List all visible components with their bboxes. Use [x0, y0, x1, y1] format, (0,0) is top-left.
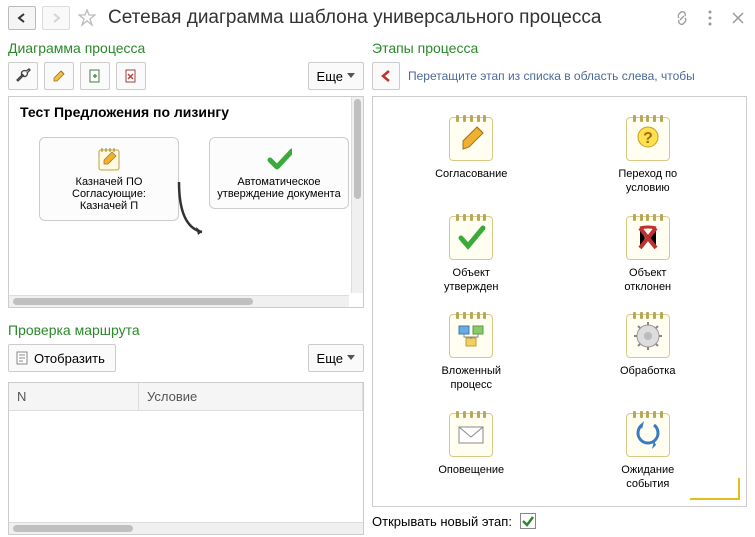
connector-arrow — [174, 177, 214, 247]
open-new-stage-label: Открывать новый этап: — [372, 514, 512, 529]
display-button[interactable]: Отобразить — [8, 344, 116, 372]
stage-item-processing[interactable]: Обработка — [580, 314, 717, 393]
processing-icon — [630, 318, 666, 354]
nav-back-button[interactable] — [8, 6, 36, 30]
page-title: Сетевая диаграмма шаблона универсального… — [104, 7, 667, 29]
condition-icon: ? — [630, 121, 666, 157]
open-new-stage-checkbox[interactable] — [520, 513, 536, 529]
footer-option: Открывать новый этап: — [372, 507, 747, 535]
node-text: Казначей ПО Согласующие: Казначей П — [72, 176, 146, 212]
stage-label: Согласование — [435, 167, 507, 181]
svg-text:?: ? — [643, 130, 653, 147]
link-icon[interactable] — [673, 9, 691, 27]
route-table[interactable]: N Условие — [8, 382, 364, 535]
stage-item-approval[interactable]: Согласование — [403, 117, 540, 196]
stage-icon-box — [626, 314, 670, 358]
notification-icon — [453, 417, 489, 453]
stage-icon-box — [449, 314, 493, 358]
drag-hint-text: Перетащите этап из списка в область слев… — [408, 69, 747, 83]
rejected-icon — [630, 220, 666, 256]
favorite-star-icon[interactable] — [76, 7, 98, 29]
route-section-header: Проверка маршрута — [8, 318, 364, 344]
diagram-node-treasurer[interactable]: Казначей ПО Согласующие: Казначей П — [39, 137, 179, 221]
stage-label: Обработка — [620, 364, 675, 378]
diagram-vertical-scrollbar[interactable] — [351, 97, 363, 293]
stage-icon-box — [449, 413, 493, 457]
stages-toolbar: Перетащите этап из списка в область слев… — [372, 62, 747, 90]
close-icon[interactable] — [729, 9, 747, 27]
titlebar: Сетевая диаграмма шаблона универсального… — [0, 0, 755, 36]
nested-icon — [453, 318, 489, 354]
stage-label: Объектотклонен — [624, 266, 671, 295]
route-toolbar: Отобразить Еще — [8, 344, 364, 372]
notepad-pencil-icon — [96, 146, 122, 172]
diagram-node-auto-approve[interactable]: Автоматическое утверждение документа — [209, 137, 349, 209]
approval-icon — [453, 121, 489, 157]
stage-label: Объектутвержден — [444, 266, 498, 295]
wrench-button[interactable] — [8, 62, 38, 90]
stage-icon-box — [626, 413, 670, 457]
route-more-button[interactable]: Еще — [308, 344, 364, 372]
approved-icon — [453, 220, 489, 256]
stage-item-nested[interactable]: Вложенныйпроцесс — [403, 314, 540, 393]
stage-item-notification[interactable]: Оповещение — [403, 413, 540, 492]
stage-item-approved[interactable]: Объектутвержден — [403, 216, 540, 295]
diagram-title: Тест Предложения по лизингу — [9, 97, 349, 127]
edit-button[interactable] — [44, 62, 74, 90]
stage-label: Оповещение — [438, 463, 504, 477]
stages-section-header: Этапы процесса — [372, 36, 747, 62]
node-text: Автоматическое утверждение документа — [217, 176, 340, 200]
waiting-icon — [630, 417, 666, 453]
stage-label: Ожиданиесобытия — [621, 463, 674, 492]
table-col-n[interactable]: N — [9, 383, 139, 410]
stage-label: Переход поусловию — [618, 167, 677, 196]
diagram-horizontal-scrollbar[interactable] — [9, 295, 349, 307]
stage-icon-box — [449, 117, 493, 161]
diagram-canvas[interactable]: Тест Предложения по лизингу Казначей ПО … — [8, 96, 364, 308]
diagram-more-button[interactable]: Еще — [308, 62, 364, 90]
stages-palette: Согласование? Переход поусловию Объектутве… — [372, 96, 747, 507]
stage-item-rejected[interactable]: Объектотклонен — [580, 216, 717, 295]
resize-corner[interactable] — [690, 478, 740, 500]
stage-item-condition[interactable]: ? Переход поусловию — [580, 117, 717, 196]
diagram-section-header: Диаграмма процесса — [8, 36, 364, 62]
diagram-toolbar: Еще — [8, 62, 364, 90]
stage-icon-box — [449, 216, 493, 260]
stage-icon-box: ? — [626, 117, 670, 161]
remove-document-button[interactable] — [116, 62, 146, 90]
add-document-button[interactable] — [80, 62, 110, 90]
stage-icon-box — [626, 216, 670, 260]
checkmark-icon — [266, 146, 292, 172]
table-col-condition[interactable]: Условие — [139, 383, 363, 410]
nav-forward-button[interactable] — [42, 6, 70, 30]
stage-label: Вложенныйпроцесс — [441, 364, 501, 393]
collapse-left-button[interactable] — [372, 62, 400, 90]
more-options-icon[interactable] — [701, 9, 719, 27]
table-horizontal-scrollbar[interactable] — [9, 522, 363, 534]
